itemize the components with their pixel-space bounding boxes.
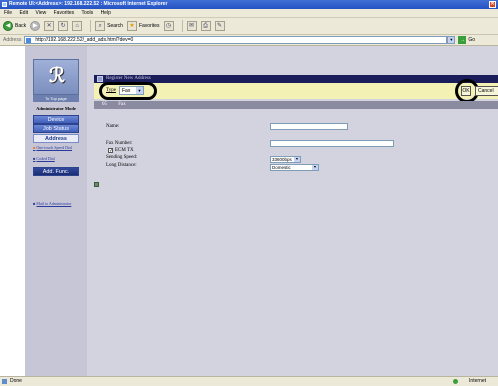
highlight-ring	[99, 82, 157, 100]
page-title-band: Register New Address	[94, 75, 498, 83]
nav-device[interactable]: Device	[33, 115, 79, 124]
fax-number-field[interactable]	[270, 140, 394, 147]
page-corner-icon	[94, 182, 99, 187]
toolbar-divider	[90, 20, 92, 32]
status-text: Done	[10, 378, 22, 384]
sidebar: ℛ To Top page Administrator Mode Device …	[25, 46, 87, 376]
type-row: Type Fax ▼ OK Cancel	[94, 79, 498, 103]
status-bar: Done Internet	[0, 376, 498, 386]
chevron-down-icon[interactable]: ▼	[447, 36, 456, 44]
stop-button[interactable]: ✕	[44, 20, 55, 32]
name-field[interactable]	[270, 123, 348, 130]
home-icon: ⌂	[72, 21, 83, 31]
stop-icon: ✕	[44, 21, 55, 31]
menu-tools[interactable]: Tools	[81, 10, 93, 16]
favorites-label: Favorites	[138, 23, 160, 29]
main-panel: Register New Address Type Fax ▼ OK Cance…	[87, 46, 498, 376]
search-label: Search	[107, 23, 123, 29]
edit-button[interactable]: ✎	[214, 20, 225, 32]
top-page-button[interactable]: To Top page	[33, 95, 79, 102]
long-distance-label: Long Distance:	[106, 163, 137, 168]
cancel-button[interactable]: Cancel	[475, 86, 498, 96]
menu-bar: File Edit View Favorites Tools Help	[0, 9, 498, 18]
globe-icon	[453, 379, 458, 384]
close-icon[interactable]: ✕	[489, 1, 496, 8]
entry-number-band: 05 Fax	[94, 101, 498, 109]
name-label: Name:	[106, 124, 120, 129]
window-title: Remote UI:<Address>: 192.168.222.52 : Mi…	[9, 1, 168, 7]
forward-button[interactable]: ▶	[30, 20, 41, 32]
url-text: http://192.168.222.52/_add_ads.html?dev=…	[35, 37, 134, 43]
page-done-icon	[2, 379, 7, 384]
logo-icon: ℛ	[49, 65, 65, 87]
chevron-down-icon: ▼	[294, 157, 300, 162]
security-zone: Internet	[469, 378, 486, 384]
forward-arrow-icon: ▶	[30, 21, 41, 31]
address-book-icon	[97, 76, 103, 82]
sending-speed-select[interactable]: 33600bps ▼	[270, 156, 301, 163]
sidebar-item-label: One-touch Speed Dial	[36, 145, 72, 150]
nav-job-status[interactable]: Job Status	[33, 124, 79, 133]
back-button[interactable]: ◀ Back	[3, 20, 26, 32]
print-icon: ⎙	[200, 21, 211, 31]
mail-button[interactable]: ✉	[186, 20, 197, 32]
sending-speed-label: Sending Speed:	[106, 155, 138, 160]
entry-kind: Fax	[118, 102, 126, 107]
back-label: Back	[15, 23, 27, 29]
ie-icon	[2, 2, 7, 7]
fax-number-label: Fax Number:	[106, 141, 133, 146]
ecm-tx-checkbox[interactable]: ✓	[108, 148, 113, 154]
ecm-tx-label: ECM TX	[115, 148, 134, 153]
menu-view[interactable]: View	[35, 10, 46, 16]
favorites-button[interactable]: ★ Favorites	[126, 20, 160, 32]
url-input[interactable]: http://192.168.222.52/_add_ads.html?dev=…	[24, 36, 448, 44]
menu-help[interactable]: Help	[101, 10, 111, 16]
sending-speed-value: 33600bps	[272, 157, 292, 162]
mail-icon: ✉	[186, 21, 197, 31]
page-content: ℛ To Top page Administrator Mode Device …	[0, 46, 498, 376]
long-distance-select[interactable]: Domestic ▼	[270, 164, 319, 171]
entry-number: 05	[102, 102, 107, 107]
mail-to-admin-link[interactable]: ■ Mail to Administrator	[33, 201, 85, 207]
menu-favorites[interactable]: Favorites	[54, 10, 75, 16]
sidebar-item-one-touch[interactable]: ■One-touch Speed Dial	[33, 145, 85, 151]
go-label: Go	[468, 37, 476, 43]
window-title-bar: Remote UI:<Address>: 192.168.222.52 : Mi…	[0, 0, 498, 9]
address-label: Address	[3, 37, 22, 43]
print-button[interactable]: ⎙	[200, 20, 211, 32]
go-arrow-icon: →	[458, 36, 467, 44]
menu-edit[interactable]: Edit	[19, 10, 28, 16]
long-distance-value: Domestic	[272, 165, 291, 170]
go-button[interactable]: → Go	[458, 36, 475, 44]
star-icon: ★	[126, 21, 137, 31]
address-bar: Address http://192.168.222.52/_add_ads.h…	[0, 35, 498, 46]
search-icon: ⌕	[95, 21, 106, 31]
nav-address[interactable]: Address	[33, 134, 79, 143]
remote-ui-logo: ℛ	[33, 59, 79, 95]
home-button[interactable]: ⌂	[72, 20, 83, 32]
sidebar-item-label: Coded Dial	[36, 156, 55, 161]
refresh-button[interactable]: ↻	[58, 20, 69, 32]
back-arrow-icon: ◀	[3, 21, 13, 31]
menu-file[interactable]: File	[4, 10, 12, 16]
search-button[interactable]: ⌕ Search	[95, 20, 123, 32]
history-button[interactable]: ◷	[163, 20, 174, 32]
nav-add-func[interactable]: Add. Func.	[33, 167, 79, 176]
sidebar-item-coded-dial[interactable]: ■Coded Dial	[33, 156, 85, 162]
chevron-down-icon: ▼	[312, 165, 318, 170]
toolbar-divider	[181, 20, 183, 32]
page-icon	[26, 38, 32, 43]
browser-toolbar: ◀ Back ▶ ✕ ↻ ⌂ ⌕ Search ★ Favorites ◷ ✉ …	[0, 18, 498, 35]
history-icon: ◷	[163, 21, 174, 31]
refresh-icon: ↻	[58, 21, 69, 31]
edit-icon: ✎	[214, 21, 225, 31]
mail-link-label: Mail to Administrator	[36, 201, 72, 206]
page-title: Register New Address	[106, 76, 151, 81]
mode-title: Administrator Mode	[36, 106, 76, 111]
